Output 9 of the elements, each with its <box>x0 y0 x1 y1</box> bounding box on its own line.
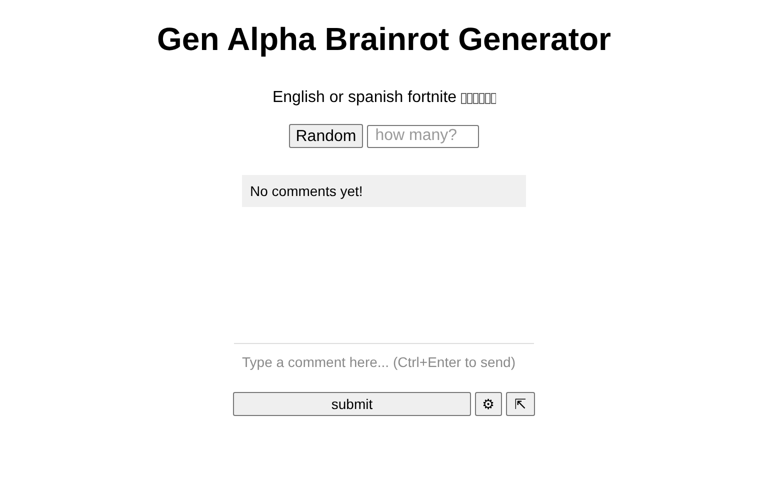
settings-button[interactable]: ⚙ <box>475 392 502 416</box>
subtitle: English or spanish fortnite <box>272 88 457 108</box>
empty-comments-text: No comments yet! <box>250 182 363 201</box>
submit-button[interactable]: submit <box>233 392 471 416</box>
expand-button[interactable]: ⇱ <box>506 392 535 416</box>
comment-field[interactable]: Type a comment here... (Ctrl+Enter to send) <box>234 343 534 381</box>
count-field[interactable]: how many? <box>367 124 480 148</box>
page-title: Gen Alpha Brainrot Generator <box>157 20 611 58</box>
random-button[interactable]: Random <box>288 124 364 148</box>
